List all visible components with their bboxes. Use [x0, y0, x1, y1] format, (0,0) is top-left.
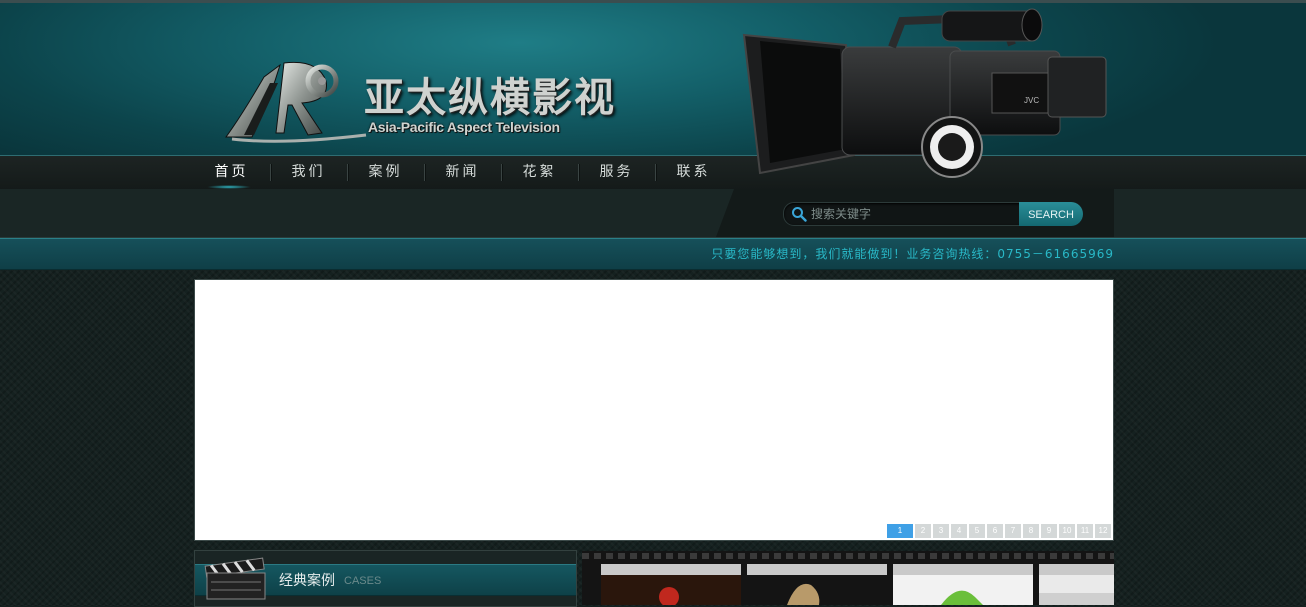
film-perforations [582, 553, 1114, 559]
pager-page-9[interactable]: 9 [1041, 524, 1057, 538]
cases-title: 经典案例 [279, 573, 335, 589]
case-thumbnail[interactable] [893, 564, 1033, 605]
pager-page-11[interactable]: 11 [1077, 524, 1093, 538]
pager-page-7[interactable]: 7 [1005, 524, 1021, 538]
pager-page-6[interactable]: 6 [987, 524, 1003, 538]
pager-page-8[interactable]: 8 [1023, 524, 1039, 538]
site-logo[interactable]: 亚太纵横影视 Asia-Pacific Aspect Television [222, 55, 622, 147]
slideshow-pager: 1 2 3 4 5 6 7 8 9 10 11 12 [887, 524, 1111, 538]
hotline-slogan: 只要您能够想到，我们就能做到！业务咨询热线：0755－61665969 [711, 247, 1114, 261]
nav-item-news[interactable]: 新闻 [424, 156, 501, 190]
slogan-band: 只要您能够想到，我们就能做到！业务咨询热线：0755－61665969 [0, 238, 1306, 270]
video-camera-image: JVC [742, 8, 1107, 178]
case-thumbnail-art [601, 575, 741, 605]
search-icon [792, 207, 807, 222]
pager-page-10[interactable]: 10 [1059, 524, 1075, 538]
site-header: 亚太纵横影视 Asia-Pacific Aspect Television JV… [0, 0, 1306, 178]
pager-page-12[interactable]: 12 [1095, 524, 1111, 538]
banner-slideshow: 1 2 3 4 5 6 7 8 9 10 11 12 [194, 279, 1114, 541]
nav-item-services[interactable]: 服务 [578, 156, 655, 190]
cases-panel: 经典案例 CASES [194, 550, 577, 607]
pager-page-2[interactable]: 2 [915, 524, 931, 538]
case-thumbnail-art [747, 575, 887, 605]
nav-item-behind-scenes[interactable]: 花絮 [501, 156, 578, 190]
search-input[interactable] [811, 204, 1011, 224]
case-thumbnail-art [893, 575, 1033, 605]
svg-text:JVC: JVC [1024, 96, 1039, 105]
nav-item-about[interactable]: 我们 [270, 156, 347, 190]
pager-page-4[interactable]: 4 [951, 524, 967, 538]
logo-chinese-name: 亚太纵横影视 [364, 74, 616, 121]
logo-english-name: Asia-Pacific Aspect Television [368, 119, 560, 135]
search-strip [0, 189, 1306, 238]
case-film-strip [582, 551, 1114, 605]
case-thumbnail[interactable] [747, 564, 887, 605]
nav-item-home[interactable]: 首页 [193, 156, 270, 190]
film-reel-logo-icon [225, 61, 367, 143]
pager-page-3[interactable]: 3 [933, 524, 949, 538]
clapperboard-icon [204, 557, 266, 600]
case-thumbnail-art [1039, 575, 1114, 605]
case-thumbnail[interactable] [1039, 564, 1114, 605]
nav-item-contact[interactable]: 联系 [655, 156, 732, 190]
case-thumbnail[interactable] [601, 564, 741, 605]
pager-page-5[interactable]: 5 [969, 524, 985, 538]
nav-item-cases[interactable]: 案例 [347, 156, 424, 190]
cases-subtitle: CASES [344, 575, 382, 587]
search-button[interactable]: SEARCH [1019, 202, 1083, 226]
pager-page-1[interactable]: 1 [887, 524, 913, 538]
